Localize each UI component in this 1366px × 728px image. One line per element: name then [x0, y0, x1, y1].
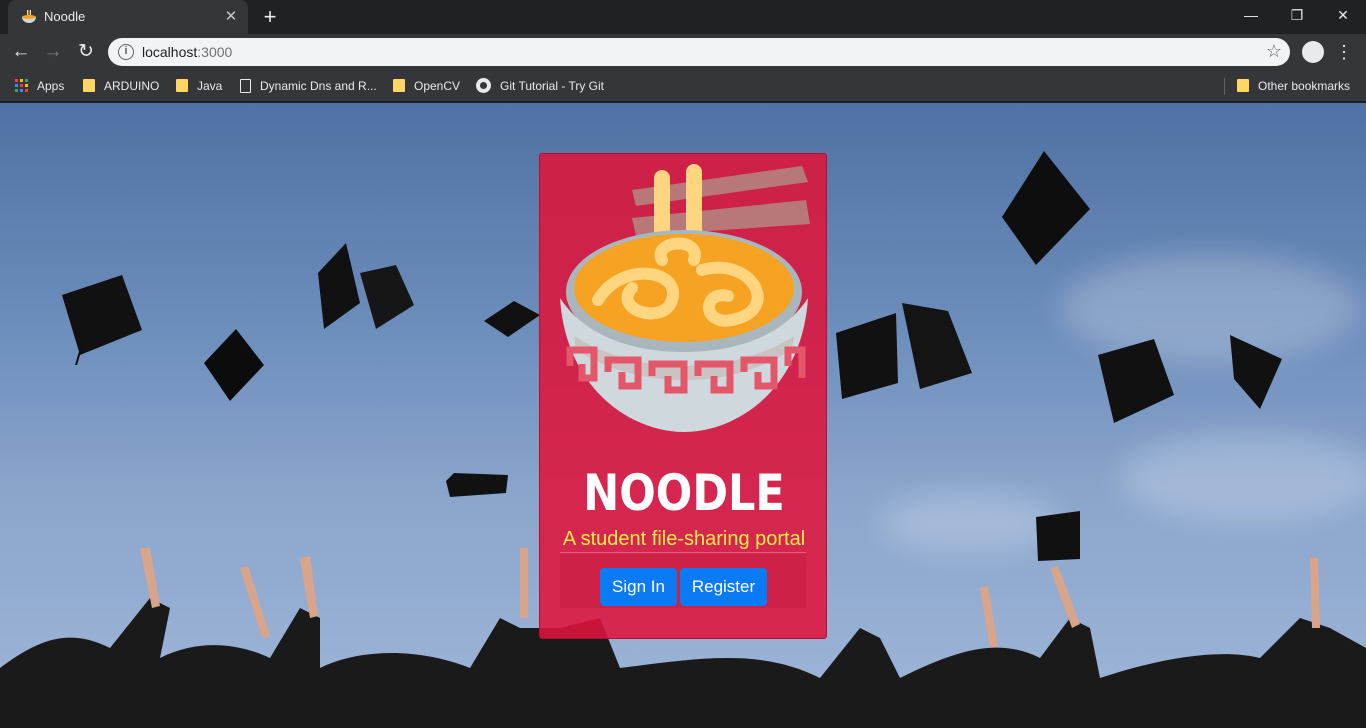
bookmark-opencv[interactable]: OpenCV [393, 76, 460, 96]
bookmark-label: Java [197, 79, 223, 93]
graduation-cap-icon [1002, 151, 1090, 265]
bookmarks-separator [1224, 78, 1225, 95]
bookmark-git-tutorial[interactable]: Git Tutorial - Try Git [476, 76, 604, 96]
folder-icon [83, 79, 95, 93]
new-tab-button[interactable]: + [258, 6, 282, 28]
restore-button[interactable]: ❐ [1274, 4, 1320, 28]
bookmark-label: Dynamic Dns and R... [260, 79, 377, 93]
bookmark-dynamic-dns[interactable]: Dynamic Dns and R... [240, 76, 377, 96]
bookmark-label: Apps [37, 79, 65, 93]
noodle-favicon-icon [22, 10, 36, 23]
page-viewport: NOODLE A student file-sharing portal Sig… [0, 103, 1366, 728]
apps-icon [15, 79, 28, 93]
tab-close-icon[interactable]: ✕ [222, 8, 240, 26]
bookmark-arduino[interactable]: ARDUINO [83, 76, 159, 96]
browser-menu-icon[interactable]: ⋮ [1334, 40, 1354, 64]
page-icon [240, 78, 251, 93]
graduation-cap-icon [484, 301, 540, 337]
bookmark-label: OpenCV [414, 79, 461, 93]
bookmark-star-icon[interactable]: ☆ [1266, 41, 1282, 62]
graduation-cap-icon [62, 275, 142, 365]
bookmark-java[interactable]: Java [176, 76, 222, 96]
folder-icon [1237, 79, 1249, 93]
sign-in-button[interactable]: Sign In [600, 568, 677, 606]
graduation-cap-icon [836, 303, 972, 399]
tab-strip: Noodle ✕ + — ❐ ✕ [0, 0, 1366, 34]
reload-button[interactable]: ↻ [73, 39, 99, 65]
noodle-bowl-logo-icon [560, 164, 810, 432]
graduation-cap-icon [446, 473, 508, 497]
bookmark-other[interactable]: Other bookmarks [1237, 76, 1350, 96]
folder-icon [176, 79, 188, 93]
close-window-button[interactable]: ✕ [1320, 4, 1366, 28]
tab-noodle[interactable]: Noodle ✕ [8, 0, 248, 34]
graduation-cap-icon [318, 243, 414, 329]
welcome-card: NOODLE A student file-sharing portal Sig… [539, 153, 827, 639]
site-info-icon[interactable]: i [118, 44, 134, 60]
divider [560, 552, 806, 553]
forward-button[interactable]: → [40, 39, 66, 65]
folder-icon [393, 79, 405, 93]
minimize-button[interactable]: — [1228, 4, 1274, 28]
cloud [1120, 433, 1366, 523]
graduation-cap-icon [204, 329, 264, 401]
bookmark-apps[interactable]: Apps [15, 76, 64, 96]
register-button[interactable]: Register [680, 568, 767, 606]
bookmark-label: ARDUINO [104, 79, 160, 93]
github-icon [476, 78, 491, 94]
tab-title: Noodle [44, 9, 86, 24]
browser-toolbar: ← → ↻ i localhost:3000 ☆ [0, 34, 1366, 70]
bookmark-label: Other bookmarks [1258, 79, 1351, 93]
graduation-cap-icon [1098, 339, 1174, 423]
brand-title: NOODLE [583, 464, 785, 522]
bookmark-label: Git Tutorial - Try Git [500, 79, 605, 93]
graduation-cap-icon [1230, 335, 1282, 409]
tagline: A student file-sharing portal [562, 528, 806, 550]
address-bar[interactable]: i localhost:3000 ☆ [108, 38, 1290, 66]
url-host: localhost [142, 44, 198, 60]
url-text[interactable]: localhost:3000 [142, 44, 232, 60]
bookmarks-bar: Apps ARDUINO Java Dynamic Dns and R... O… [0, 70, 1366, 102]
profile-avatar-icon[interactable] [1302, 41, 1324, 63]
cloud [880, 493, 1060, 553]
back-button[interactable]: ← [8, 39, 34, 65]
url-port: :3000 [197, 44, 233, 60]
